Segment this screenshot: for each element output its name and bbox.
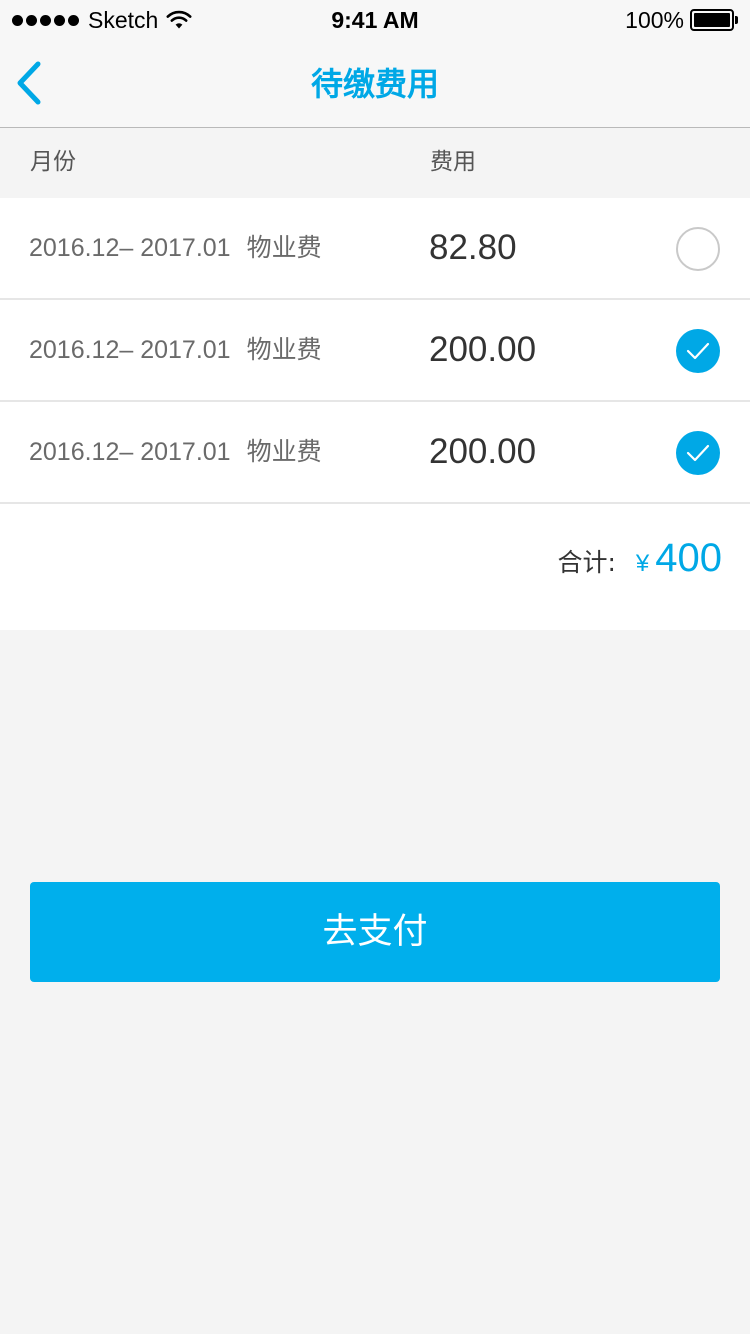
status-bar: Sketch 9:41 AM 100% [0,0,750,40]
fee-checkbox[interactable] [676,329,720,373]
total-section: 合计: ¥ 400 [0,504,750,630]
page-title: 待缴费用 [310,65,439,103]
fee-type: 物业费 [246,335,322,364]
fee-type: 物业费 [246,233,322,262]
checkmark-icon [686,342,710,360]
fee-type: 物业费 [246,437,322,466]
nav-bar: 待缴费用 [0,40,750,128]
fee-period: 2016.12– 2017.01 物业费 [29,198,322,298]
fee-period-dates: 2016.12– 2017.01 [29,438,231,466]
fee-period: 2016.12– 2017.01 物业费 [29,300,322,400]
battery-icon [690,9,738,31]
page: Sketch 9:41 AM 100% 待缴费用 月份 费用 2016.12– … [0,0,750,1334]
status-right: 100% [625,0,738,40]
column-header: 月份 费用 [0,128,750,198]
pay-button[interactable]: 去支付 [30,882,720,982]
currency-symbol: ¥ [635,550,650,577]
total-amount: 400 [655,536,722,580]
fee-amount: 200.00 [429,432,537,471]
column-month-label: 月份 [30,149,76,175]
battery-percentage: 100% [625,6,684,33]
checkmark-icon [686,444,710,462]
column-fee-label: 费用 [430,149,476,175]
fee-period: 2016.12– 2017.01 物业费 [29,402,322,502]
fee-checkbox[interactable] [676,227,720,271]
total-label: 合计: [557,548,616,577]
fee-row[interactable]: 2016.12– 2017.01 物业费 82.80 [0,198,750,300]
fee-row[interactable]: 2016.12– 2017.01 物业费 200.00 [0,300,750,402]
total-summary: 合计: ¥ 400 [557,536,722,581]
fee-row[interactable]: 2016.12– 2017.01 物业费 200.00 [0,402,750,504]
fee-checkbox[interactable] [676,431,720,475]
fee-list: 2016.12– 2017.01 物业费 82.80 2016.12– 2017.… [0,198,750,504]
fee-amount: 82.80 [429,228,517,267]
fee-period-dates: 2016.12– 2017.01 [29,336,231,364]
fee-amount: 200.00 [429,330,537,369]
fee-period-dates: 2016.12– 2017.01 [29,234,231,262]
